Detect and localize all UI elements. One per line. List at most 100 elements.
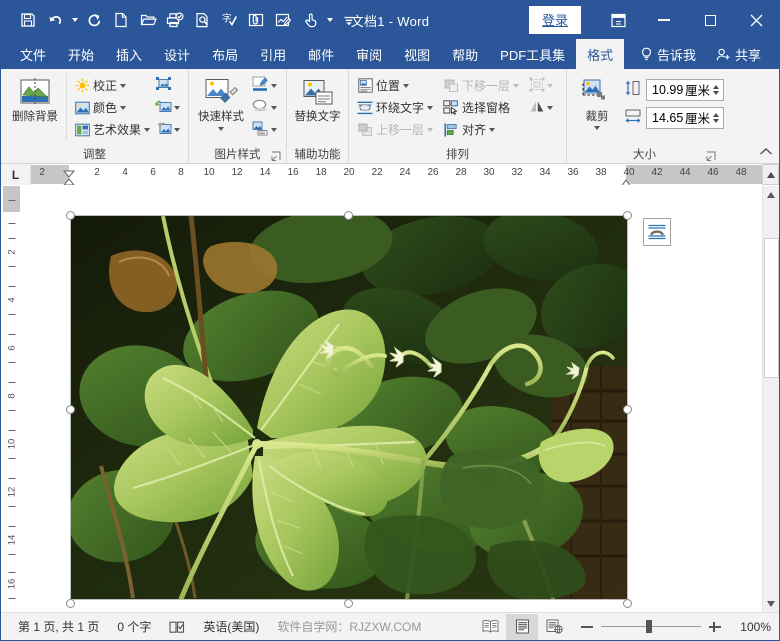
tell-me-button[interactable]: 告诉我 <box>630 39 706 69</box>
tab-design[interactable]: 设计 <box>153 39 201 69</box>
inserted-picture[interactable] <box>71 216 627 599</box>
document-canvas[interactable] <box>23 186 762 612</box>
tab-help[interactable]: 帮助 <box>441 39 489 69</box>
scroll-up-button[interactable] <box>762 164 779 185</box>
reset-picture-dropdown-icon[interactable] <box>174 128 180 132</box>
picture-border-dropdown-icon[interactable] <box>271 84 277 88</box>
edit-chart-icon[interactable] <box>270 7 296 33</box>
zoom-in-button[interactable] <box>708 620 722 634</box>
picture-container[interactable] <box>71 216 627 599</box>
position-button[interactable]: 位置 <box>355 75 411 96</box>
zoom-slider-thumb[interactable] <box>646 620 652 633</box>
tab-home[interactable]: 开始 <box>57 39 105 69</box>
remove-background-button[interactable]: 删除背景 <box>7 74 63 124</box>
picture-effects-icon[interactable] <box>252 99 269 116</box>
resize-handle-bottom-right[interactable] <box>623 599 632 608</box>
layout-options-button[interactable] <box>643 218 671 246</box>
zoom-slider-track[interactable] <box>601 626 701 627</box>
vertical-scrollbar[interactable] <box>762 186 779 612</box>
open-folder-icon[interactable] <box>135 7 161 33</box>
redo-icon[interactable] <box>81 7 107 33</box>
quick-print-icon[interactable] <box>162 7 188 33</box>
proofing-errors-button[interactable] <box>160 620 194 634</box>
position-dropdown-icon[interactable] <box>403 84 409 88</box>
vertical-scroll-thumb[interactable] <box>764 238 779 378</box>
reset-picture-icon[interactable] <box>155 121 172 139</box>
read-mode-button[interactable] <box>474 614 506 640</box>
color-button[interactable]: 颜色 <box>72 97 128 118</box>
tab-references[interactable]: 引用 <box>249 39 297 69</box>
spelling-check-icon[interactable]: 字 <box>216 7 242 33</box>
selection-pane-button[interactable]: 选择窗格 <box>441 97 512 118</box>
maximize-button[interactable] <box>687 1 733 39</box>
artistic-effects-dropdown-icon[interactable] <box>144 128 150 132</box>
size-dialog-launcher[interactable] <box>706 151 717 162</box>
change-picture-dropdown-icon[interactable] <box>174 106 180 110</box>
resize-handle-top-left[interactable] <box>66 211 75 220</box>
minimize-button[interactable] <box>641 1 687 39</box>
close-button[interactable] <box>733 1 779 39</box>
share-button[interactable]: 共享 <box>706 39 771 69</box>
corrections-dropdown-icon[interactable] <box>120 84 126 88</box>
horizontal-ruler-track[interactable]: 2 2 4 6 8 10 12 14 16 18 20 22 24 26 28 … <box>31 164 762 185</box>
picture-effects-dropdown-icon[interactable] <box>271 106 277 110</box>
alt-text-button[interactable]: 替换文字 <box>291 74 345 124</box>
shape-width-field[interactable]: 14.65 厘米 <box>646 107 724 129</box>
wrap-text-button[interactable]: 环绕文字 <box>355 97 435 118</box>
picture-quick-styles-button[interactable]: 快速样式 <box>193 74 249 131</box>
zoom-level-label[interactable]: 100% <box>729 620 771 634</box>
resize-handle-top-center[interactable] <box>344 211 353 220</box>
rotate-objects-dropdown-icon[interactable] <box>547 106 553 110</box>
resize-handle-bottom-left[interactable] <box>66 599 75 608</box>
web-layout-button[interactable] <box>538 614 570 640</box>
print-preview-icon[interactable] <box>189 7 215 33</box>
right-indent-marker[interactable] <box>620 175 632 185</box>
collapse-ribbon-button[interactable] <box>759 147 773 160</box>
crop-dropdown-icon[interactable] <box>594 126 600 130</box>
resize-handle-bottom-center[interactable] <box>344 599 353 608</box>
tab-file[interactable]: 文件 <box>9 39 57 69</box>
ribbon-display-options-icon[interactable] <box>595 1 641 39</box>
undo-dropdown-icon[interactable] <box>69 7 80 33</box>
resize-handle-middle-left[interactable] <box>66 405 75 414</box>
picture-quick-styles-dropdown-icon[interactable] <box>218 127 224 131</box>
undo-icon[interactable] <box>42 7 68 33</box>
tab-mailings[interactable]: 邮件 <box>297 39 345 69</box>
horizontal-ruler[interactable]: L 2 2 4 6 8 10 12 14 16 18 20 22 24 26 2… <box>1 164 779 186</box>
tab-stop-selector[interactable]: L <box>1 164 31 185</box>
tab-review[interactable]: 审阅 <box>345 39 393 69</box>
attach-file-icon[interactable] <box>243 7 269 33</box>
corrections-button[interactable]: 校正 <box>72 75 128 96</box>
align-objects-button[interactable]: 对齐 <box>441 119 497 140</box>
resize-handle-top-right[interactable] <box>623 211 632 220</box>
vertical-ruler[interactable]: 2 4 6 8 10 12 14 16 18 <box>1 186 23 612</box>
print-layout-button[interactable] <box>506 614 538 640</box>
zoom-out-button[interactable] <box>580 620 594 634</box>
compress-pictures-icon[interactable] <box>155 76 172 95</box>
color-dropdown-icon[interactable] <box>120 106 126 110</box>
crop-button[interactable]: 裁剪 <box>575 74 619 130</box>
tab-pdf-tools[interactable]: PDF工具集 <box>489 39 576 69</box>
customize-qat-icon[interactable] <box>336 7 362 33</box>
new-document-icon[interactable] <box>108 7 134 33</box>
language-status[interactable]: 英语(美国) <box>194 618 268 635</box>
shape-height-field[interactable]: 10.99 厘米 <box>646 79 724 101</box>
picture-layout-dropdown-icon[interactable] <box>271 128 277 132</box>
shape-width-stepper[interactable] <box>713 113 721 123</box>
artistic-effects-button[interactable]: 艺术效果 <box>72 119 152 140</box>
touch-mode-icon[interactable] <box>297 7 323 33</box>
word-count-status[interactable]: 0 个字 <box>108 618 160 635</box>
picture-border-icon[interactable] <box>252 76 269 95</box>
picture-layout-icon[interactable] <box>252 121 269 139</box>
page-number-status[interactable]: 第 1 页, 共 1 页 <box>9 618 108 635</box>
resize-handle-middle-right[interactable] <box>623 405 632 414</box>
picture-styles-dialog-launcher[interactable] <box>271 151 282 162</box>
tab-layout[interactable]: 布局 <box>201 39 249 69</box>
shape-height-stepper[interactable] <box>713 85 721 95</box>
align-objects-dropdown-icon[interactable] <box>489 128 495 132</box>
tab-insert[interactable]: 插入 <box>105 39 153 69</box>
touch-mode-dropdown-icon[interactable] <box>324 7 335 33</box>
save-icon[interactable] <box>15 7 41 33</box>
tab-format[interactable]: 格式 <box>576 39 624 69</box>
change-picture-icon[interactable] <box>155 99 172 117</box>
